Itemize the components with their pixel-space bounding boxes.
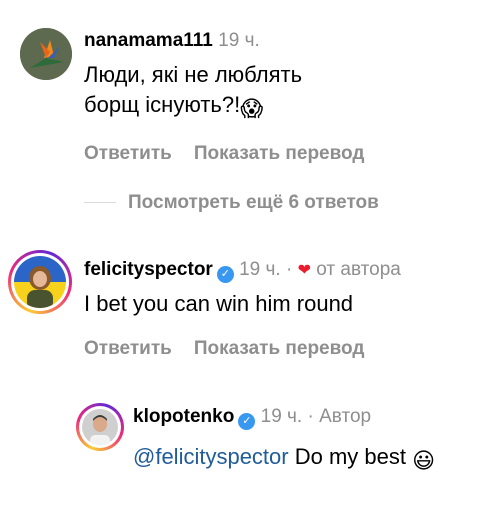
verified-badge-icon: ✓ — [238, 413, 256, 430]
person-photo-icon — [14, 256, 66, 308]
comment-text: Do my best — [294, 444, 406, 469]
scream-emoji: 😱 — [240, 96, 264, 121]
heart-icon: ❤ — [297, 262, 311, 279]
view-more-replies-button[interactable]: Посмотреть ещё 6 ответов — [84, 192, 379, 214]
verified-badge-icon: ✓ — [216, 266, 234, 283]
translate-button[interactable]: Показать перевод — [194, 338, 365, 359]
liked-by-author-label: от автора — [316, 259, 401, 280]
avatar[interactable] — [8, 250, 72, 314]
mention-link[interactable]: @felicityspector — [133, 444, 289, 469]
author-badge: Автор — [319, 406, 372, 427]
timestamp[interactable]: 19 ч. — [218, 30, 260, 51]
reply-button[interactable]: Ответить — [84, 143, 172, 164]
bird-of-paradise-icon — [20, 28, 72, 80]
username[interactable]: felicityspector — [84, 259, 213, 280]
timestamp[interactable]: 19 ч. — [261, 406, 303, 427]
avatar[interactable] — [76, 403, 124, 451]
separator: · — [307, 406, 314, 427]
username[interactable]: nanamama111 — [84, 30, 213, 51]
smile-emoji: 😃 — [412, 448, 436, 473]
person-photo-icon — [82, 409, 118, 445]
timestamp[interactable]: 19 ч. — [239, 259, 281, 280]
comment-text: I bet you can win him round — [84, 291, 354, 316]
username[interactable]: klopotenko — [133, 406, 234, 427]
reply-button[interactable]: Ответить — [84, 338, 172, 359]
separator: · — [285, 259, 293, 280]
view-replies-label: Посмотреть ещё 6 ответов — [128, 192, 379, 213]
avatar[interactable] — [20, 28, 72, 80]
comment-text: Люди, які не люблять борщ існують?! — [84, 62, 303, 117]
divider-line — [84, 202, 116, 204]
translate-button[interactable]: Показать перевод — [194, 143, 365, 164]
